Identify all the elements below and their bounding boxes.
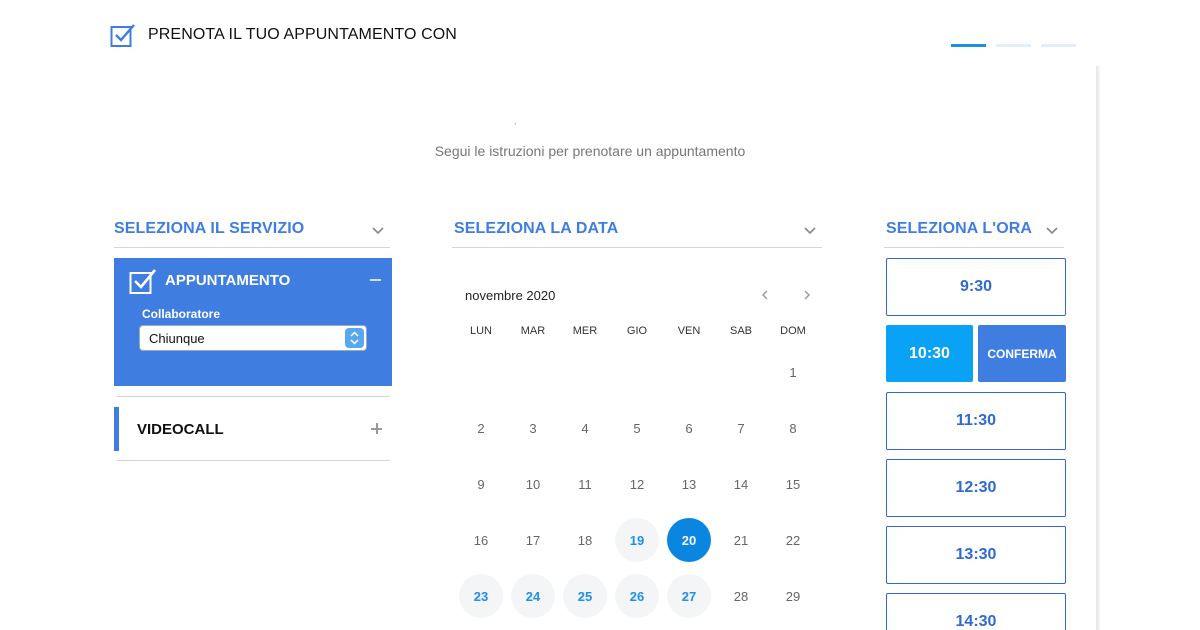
service-item-videocall[interactable]: VIDEOCALL	[137, 421, 224, 438]
collaborator-select[interactable]: Chiunque	[139, 325, 367, 351]
step-indicator-1	[951, 44, 986, 47]
calendar-day: 18	[577, 532, 593, 548]
service-item-appuntamento[interactable]: APPUNTAMENTO Collaboratore Chiunque	[114, 258, 392, 386]
time-slot[interactable]: 9:30	[886, 258, 1066, 316]
calendar-day: 17	[525, 532, 541, 548]
calendar-day: 11	[578, 476, 592, 492]
calendar-day: 4	[581, 420, 589, 436]
chevron-down-icon[interactable]	[371, 224, 385, 236]
calendar-day-available[interactable]: 19	[615, 518, 659, 562]
weekday-label: LUN	[469, 325, 492, 337]
weekday-label: SAB	[729, 325, 752, 337]
select-arrows-icon	[345, 328, 364, 348]
section-divider	[452, 247, 822, 248]
time-slot[interactable]: 12:30	[886, 459, 1066, 517]
section-divider	[884, 247, 1064, 248]
step-indicator-3	[1041, 44, 1076, 47]
calendar-day: 3	[529, 420, 537, 436]
weekday-label: MER	[572, 325, 598, 337]
calendar-day: 21	[733, 532, 749, 548]
calendar-day-available[interactable]: 23	[459, 574, 503, 618]
step-indicator-2	[996, 44, 1031, 47]
service-divider	[117, 460, 390, 461]
calendar-day: 7	[737, 420, 745, 436]
weekday-label: GIO	[626, 325, 648, 337]
time-slot-selected[interactable]: 10:30	[886, 325, 973, 382]
collaborator-label: Collaboratore	[142, 307, 221, 321]
calendar-day: 10	[525, 476, 541, 492]
weekday-label: MAR	[520, 325, 546, 337]
weekday-label: VEN	[677, 325, 701, 337]
chevron-down-icon[interactable]	[1045, 224, 1059, 236]
time-section-title[interactable]: SELEZIONA L'ORA	[886, 220, 1032, 238]
weekday-label: DOM	[780, 325, 806, 337]
calendar-day-available[interactable]: 27	[667, 574, 711, 618]
calendar-day: 14	[733, 476, 749, 492]
section-divider	[114, 247, 390, 248]
instructions-subtitle: Segui le istruzioni per prenotare un app…	[434, 143, 746, 159]
chevron-down-icon[interactable]	[803, 224, 817, 236]
date-section-title[interactable]: SELEZIONA LA DATA	[454, 220, 618, 238]
calendar-day: 15	[785, 476, 801, 492]
chevron-left-icon[interactable]	[760, 289, 770, 301]
calendar-day: 2	[477, 420, 485, 436]
collaborator-select-value: Chiunque	[149, 331, 205, 346]
checkbox-check-icon	[110, 24, 135, 47]
page-title: PRENOTA IL TUO APPUNTAMENTO CON	[148, 26, 457, 43]
chevron-right-icon[interactable]	[802, 289, 812, 301]
calendar-day: 12	[629, 476, 645, 492]
calendar-day: 5	[633, 420, 641, 436]
calendar-day-available[interactable]: 26	[615, 574, 659, 618]
time-slot[interactable]: 11:30	[886, 392, 1066, 450]
checkbox-check-icon	[129, 269, 157, 294]
calendar-day: 1	[789, 364, 797, 380]
calendar-day: 29	[785, 588, 801, 604]
calendar-day-available[interactable]: 25	[563, 574, 607, 618]
calendar-day-available[interactable]: 24	[511, 574, 555, 618]
time-slot[interactable]: 13:30	[886, 526, 1066, 584]
calendar-day: 8	[789, 420, 797, 436]
calendar-day: 13	[681, 476, 697, 492]
calendar-day: 16	[473, 532, 489, 548]
collapse-icon[interactable]	[370, 279, 381, 281]
confirm-button[interactable]: CONFERMA	[978, 325, 1066, 382]
service-name: APPUNTAMENTO	[165, 272, 291, 289]
plus-icon-stroke[interactable]	[376, 423, 378, 434]
calendar-day: 6	[685, 420, 693, 436]
calendar-day: 22	[785, 532, 801, 548]
calendar-day: 9	[477, 476, 485, 492]
time-slot[interactable]: 14:30	[886, 593, 1066, 630]
tick-mark: `	[514, 122, 517, 132]
service-divider	[117, 396, 390, 397]
calendar-day-selected[interactable]: 20	[667, 518, 711, 562]
calendar-day: 28	[733, 588, 749, 604]
service-section-title[interactable]: SELEZIONA IL SERVIZIO	[114, 220, 304, 238]
calendar-month-label: novembre 2020	[465, 288, 556, 303]
service-accent-bar	[114, 407, 119, 451]
